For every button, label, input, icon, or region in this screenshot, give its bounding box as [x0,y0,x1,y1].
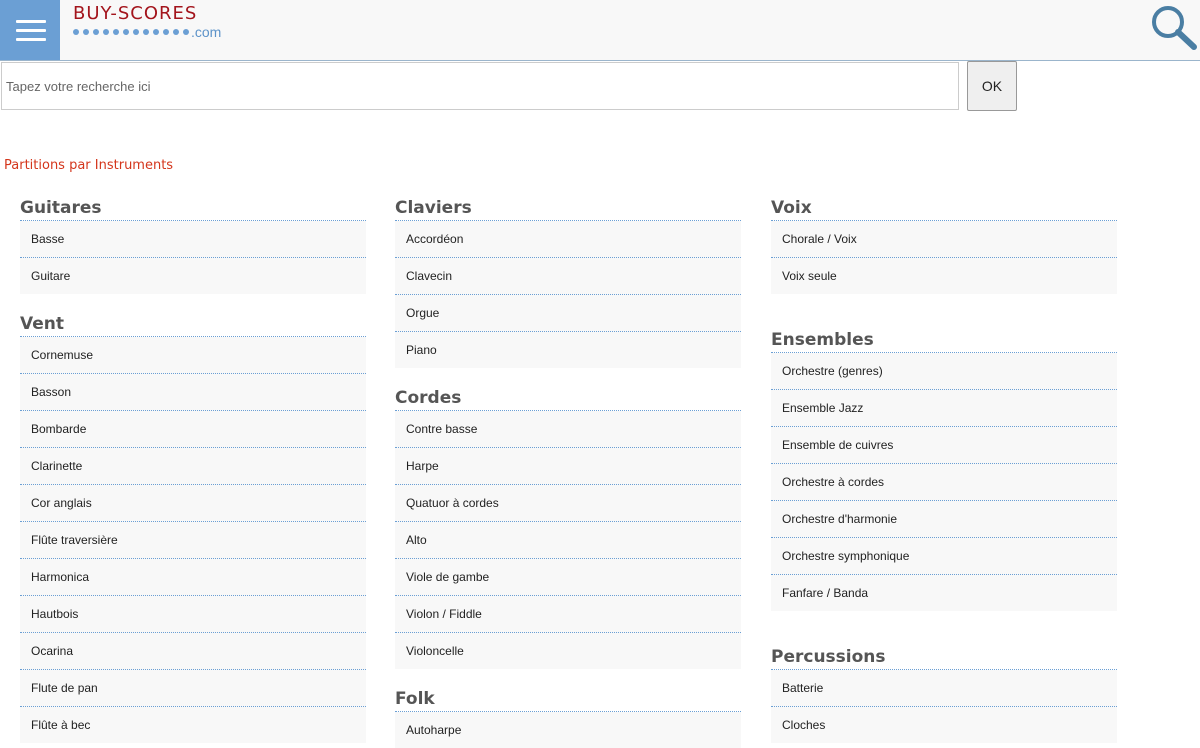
site-logo[interactable]: BUY-SCORES .com [73,4,221,40]
logo-tld: .com [191,24,222,40]
instrument-link[interactable]: Orgue [395,295,741,332]
category-list-voix: Chorale / Voix Voix seule [771,221,1117,294]
instrument-link[interactable]: Orchestre d'harmonie [771,501,1117,538]
search-input[interactable] [1,62,959,110]
hamburger-menu-icon[interactable] [0,0,60,60]
instrument-link[interactable]: Orchestre (genres) [771,353,1117,390]
category-list-percussions: Batterie Cloches [771,670,1117,743]
category-heading-voix: Voix [771,196,1117,221]
instrument-link[interactable]: Chorale / Voix [771,221,1117,258]
instrument-link[interactable]: Basse [20,221,366,258]
instrument-link[interactable]: Cor anglais [20,485,366,522]
category-list-ensembles: Orchestre (genres) Ensemble Jazz Ensembl… [771,353,1117,611]
category-list-folk: Autoharpe [395,712,741,748]
instrument-link[interactable]: Bombarde [20,411,366,448]
category-list-claviers: Accordéon Clavecin Orgue Piano [395,221,741,368]
instrument-link[interactable]: Ensemble Jazz [771,390,1117,427]
logo-subline: .com [73,24,221,40]
instrument-link[interactable]: Basson [20,374,366,411]
page-title: Partitions par Instruments [4,158,174,173]
instrument-link[interactable]: Quatuor à cordes [395,485,741,522]
category-column-1: Guitares Basse Guitare Vent Cornemuse Ba… [20,196,366,743]
instrument-link[interactable]: Fanfare / Banda [771,575,1117,611]
instrument-link[interactable]: Accordéon [395,221,741,258]
instrument-link[interactable]: Cornemuse [20,337,366,374]
category-heading-vent: Vent [20,312,366,337]
instrument-link[interactable]: Violoncelle [395,633,741,669]
category-heading-guitares: Guitares [20,196,366,221]
instrument-link[interactable]: Guitare [20,258,366,294]
category-column-2: Claviers Accordéon Clavecin Orgue Piano … [395,196,741,748]
instrument-link[interactable]: Contre basse [395,411,741,448]
category-heading-cordes: Cordes [395,386,741,411]
instrument-link[interactable]: Batterie [771,670,1117,707]
instrument-link[interactable]: Ocarina [20,633,366,670]
category-heading-claviers: Claviers [395,196,741,221]
logo-name: BUY-SCORES [73,3,198,24]
site-header: BUY-SCORES .com [0,0,1200,61]
category-list-cordes: Contre basse Harpe Quatuor à cordes Alto… [395,411,741,669]
instrument-link[interactable]: Flute de pan [20,670,366,707]
instrument-link[interactable]: Harpe [395,448,741,485]
instrument-link[interactable]: Voix seule [771,258,1117,294]
instrument-link[interactable]: Harmonica [20,559,366,596]
instrument-link[interactable]: Hautbois [20,596,366,633]
instrument-link[interactable]: Clarinette [20,448,366,485]
instrument-link[interactable]: Autoharpe [395,712,741,748]
category-column-3: Voix Chorale / Voix Voix seule Ensembles… [771,196,1117,743]
instrument-link[interactable]: Orchestre symphonique [771,538,1117,575]
category-heading-percussions: Percussions [771,645,1117,670]
instrument-link[interactable]: Flûte traversière [20,522,366,559]
instrument-link[interactable]: Orchestre à cordes [771,464,1117,501]
instrument-link[interactable]: Flûte à bec [20,707,366,743]
instrument-link[interactable]: Viole de gambe [395,559,741,596]
instrument-link[interactable]: Piano [395,332,741,368]
category-heading-folk: Folk [395,687,741,712]
instrument-link[interactable]: Violon / Fiddle [395,596,741,633]
category-heading-ensembles: Ensembles [771,328,1117,353]
instrument-link[interactable]: Alto [395,522,741,559]
search-icon[interactable] [1148,4,1198,50]
instrument-link[interactable]: Clavecin [395,258,741,295]
instrument-link[interactable]: Ensemble de cuivres [771,427,1117,464]
category-list-vent: Cornemuse Basson Bombarde Clarinette Cor… [20,337,366,743]
logo-dots-decoration [73,24,193,40]
search-ok-button[interactable]: OK [967,61,1017,111]
instrument-link[interactable]: Cloches [771,707,1117,743]
category-list-guitares: Basse Guitare [20,221,366,294]
